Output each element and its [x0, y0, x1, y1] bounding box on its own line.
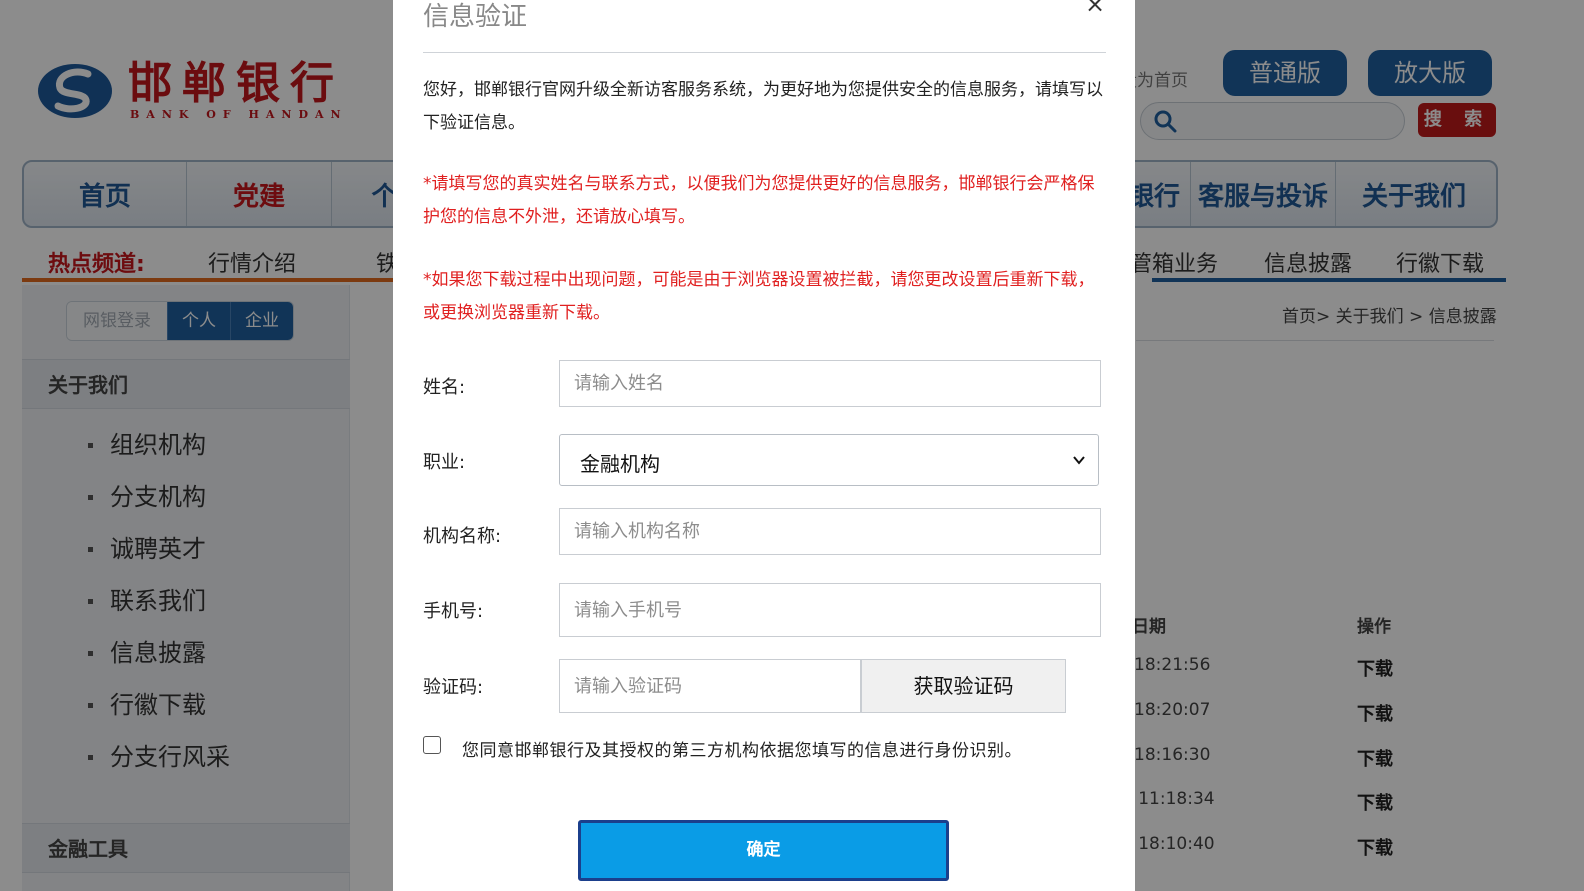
dialog-download-notice: *如果您下载过程中出现问题，可能是由于浏览器设置被拦截，请您更改设置后重新下载，…	[423, 270, 1095, 323]
job-select-value: 金融机构	[580, 452, 660, 476]
name-label: 姓名:	[423, 377, 466, 398]
org-name-input[interactable]	[559, 508, 1101, 555]
info-verification-dialog: 信息验证 × 您好，邯郸银行官网升级全新访客服务系统，为更好地为您提供安全的信息…	[393, 0, 1135, 891]
get-code-button[interactable]: 获取验证码	[861, 659, 1066, 713]
phone-input[interactable]	[559, 583, 1101, 637]
verification-code-input[interactable]	[559, 659, 861, 713]
job-select[interactable]: 金融机构	[559, 434, 1099, 486]
verification-code-label: 验证码:	[423, 677, 484, 698]
phone-label: 手机号:	[423, 601, 484, 622]
org-name-label: 机构名称:	[423, 526, 502, 547]
job-label: 职业:	[423, 452, 466, 473]
dialog-intro-text: 您好，邯郸银行官网升级全新访客服务系统，为更好地为您提供安全的信息服务，请填写以…	[423, 80, 1103, 133]
chevron-down-icon	[1073, 456, 1085, 465]
agreement-checkbox[interactable]	[423, 736, 441, 754]
name-input[interactable]	[559, 360, 1101, 407]
dialog-privacy-notice: *请填写您的真实姓名与联系方式，以便我们为您提供更好的信息服务，邯郸银行会严格保…	[423, 174, 1095, 227]
close-icon[interactable]: ×	[1085, 0, 1105, 18]
dialog-title-divider	[423, 52, 1106, 53]
confirm-button[interactable]: 确定	[578, 820, 949, 881]
agreement-text: 您同意邯郸银行及其授权的第三方机构依据您填写的信息进行身份识别。	[462, 741, 1022, 761]
dialog-title: 信息验证	[423, 2, 528, 32]
